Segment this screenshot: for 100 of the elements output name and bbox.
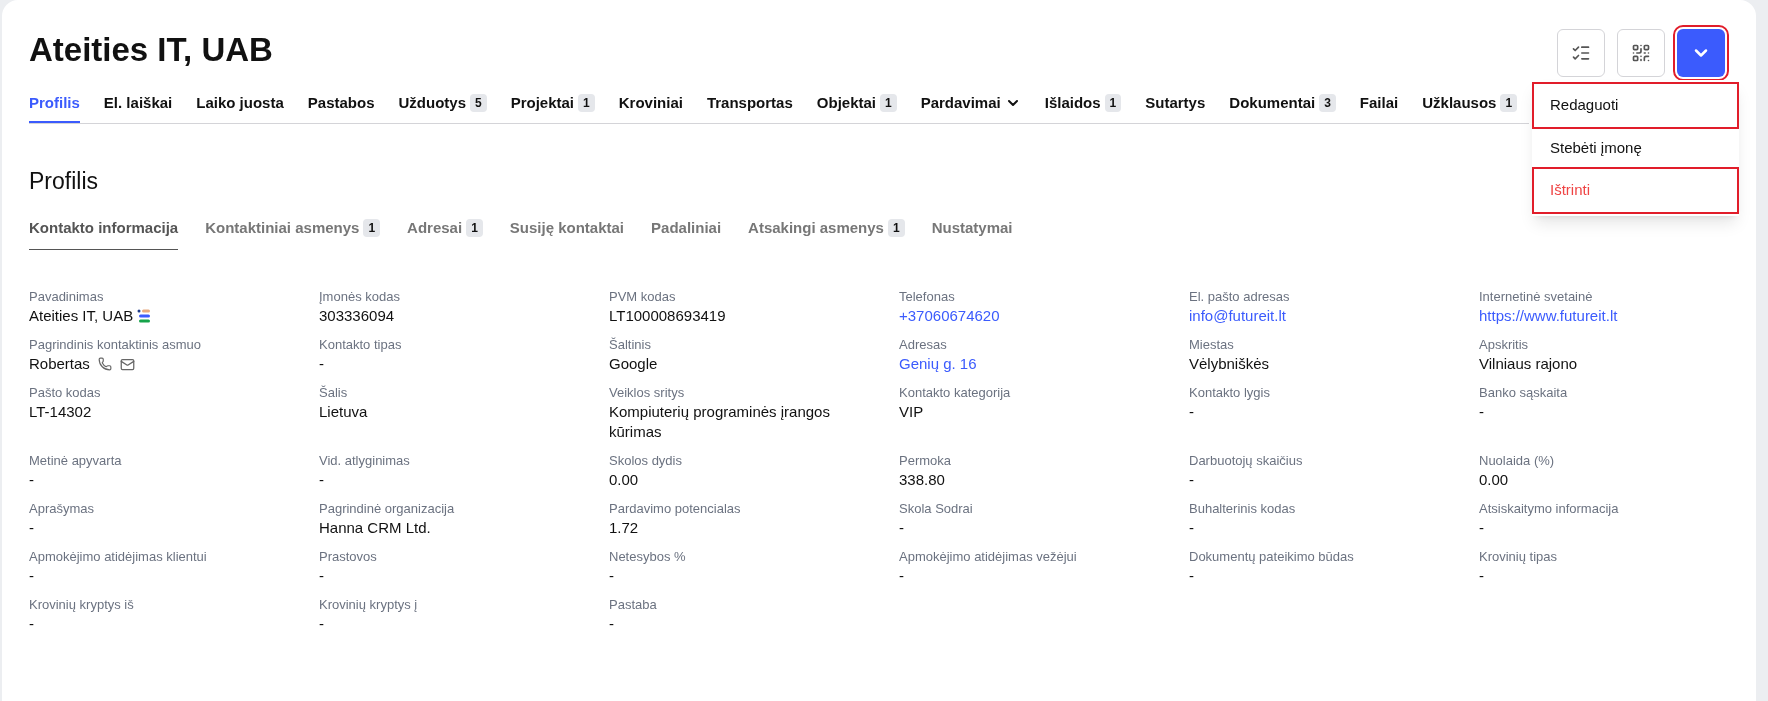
- field-value: -: [609, 566, 615, 586]
- field-value: -: [899, 566, 905, 586]
- field-label: Krovinių kryptys iš: [29, 596, 135, 614]
- field-value: Kompiuterių programinės įrangos kūrimas: [609, 402, 831, 442]
- field-label: Pastaba: [609, 596, 658, 614]
- field-value: Ateities IT, UAB: [29, 306, 134, 326]
- nav-tab[interactable]: Transportas: [706, 92, 793, 123]
- field-label: Internetinė svetainė: [1479, 288, 1594, 306]
- field-label: Dokumentų pateikimo būdas: [1189, 548, 1355, 566]
- count-badge: 1: [578, 94, 595, 113]
- field-value: Vėlybniškės: [1189, 354, 1271, 374]
- field-label: Prastovos: [319, 548, 378, 566]
- section-tab[interactable]: Susiję kontaktai: [509, 216, 625, 250]
- field-label: Telefonas: [899, 288, 956, 306]
- field-value: -: [29, 566, 35, 586]
- nav-tab[interactable]: Užklausos 1: [1422, 92, 1518, 123]
- nav-tab[interactable]: Sutartys: [1145, 92, 1206, 123]
- field-value: -: [29, 614, 35, 634]
- field-label: Pašto kodas: [29, 384, 102, 402]
- field-value: -: [1189, 402, 1195, 422]
- count-badge: 1: [880, 94, 897, 113]
- field-label: Kontakto tipas: [319, 336, 403, 354]
- section-tab[interactable]: Atsakingi asmenys 1: [748, 216, 905, 250]
- field-label: Banko sąskaita: [1479, 384, 1569, 402]
- field-label: Miestas: [1189, 336, 1235, 354]
- field-value: 1.72: [609, 518, 640, 538]
- field-label: Šalis: [319, 384, 349, 402]
- field-value: -: [899, 518, 905, 538]
- field-label: Pagrindinė organizacija: [319, 500, 456, 518]
- field-value: 0.00: [1479, 470, 1510, 490]
- field-value: -: [1189, 566, 1195, 586]
- field-label: Veiklos sritys: [609, 384, 686, 402]
- field-value: Google: [609, 354, 659, 374]
- field-value: -: [319, 470, 325, 490]
- field-value: -: [1479, 402, 1485, 422]
- section-tab[interactable]: Kontakto informacija: [29, 216, 179, 250]
- field-link[interactable]: https://www.futureit.lt: [1479, 306, 1739, 326]
- field-link[interactable]: info@futureit.lt: [1189, 306, 1449, 326]
- field-value: Lietuva: [319, 402, 369, 422]
- nav-tab[interactable]: Laiko juosta: [196, 92, 284, 123]
- section-tab[interactable]: Kontaktiniai asmenys 1: [205, 216, 381, 250]
- menu-item[interactable]: Redaguoti: [1532, 82, 1739, 129]
- count-badge: 1: [887, 218, 905, 237]
- qr-code-icon: [1631, 43, 1651, 63]
- nav-tab[interactable]: El. laiškai: [103, 92, 173, 123]
- field-label: Įmonės kodas: [319, 288, 401, 306]
- field-value: -: [319, 354, 325, 374]
- nav-tab[interactable]: Objektai 1: [816, 92, 897, 123]
- section-tab[interactable]: Padaliniai: [651, 216, 722, 250]
- nav-tab[interactable]: Kroviniai: [618, 92, 683, 123]
- field-label: Krovinių tipas: [1479, 548, 1559, 566]
- field-label: Nuolaida (%): [1479, 452, 1556, 470]
- nav-tab[interactable]: Pastabos: [307, 92, 375, 123]
- field-label: Pardavimo potencialas: [609, 500, 742, 518]
- field-label: Metinė apyvarta: [29, 452, 123, 470]
- nav-tab[interactable]: Dokumentai 3: [1229, 92, 1336, 123]
- count-badge: 1: [363, 218, 381, 237]
- section-title: Profilis: [29, 166, 98, 196]
- field-label: Permoka: [899, 452, 953, 470]
- field-label: Netesybos %: [609, 548, 687, 566]
- count-badge: 1: [466, 218, 483, 237]
- checklist-icon: [1571, 43, 1591, 63]
- menu-item[interactable]: Ištrinti: [1532, 167, 1739, 214]
- menu-item[interactable]: Stebėti įmonę: [1532, 128, 1739, 167]
- nav-tab[interactable]: Užduotys 5: [398, 92, 487, 123]
- count-badge: 1: [1500, 94, 1518, 113]
- nav-tab[interactable]: Projektai 1: [510, 92, 595, 123]
- nav-tab[interactable]: Pardavimai: [920, 92, 1021, 123]
- section-tab[interactable]: Nustatymai: [931, 216, 1013, 250]
- phone-icon[interactable]: [97, 357, 112, 371]
- count-badge: 5: [470, 94, 487, 113]
- field-label: Krovinių kryptys į: [319, 596, 419, 614]
- field-value: LT-14302: [29, 402, 93, 422]
- field-label: Skola Sodrai: [899, 500, 974, 518]
- section-tab[interactable]: Adresai 1: [407, 216, 483, 250]
- field-value: 303336094: [319, 306, 396, 326]
- field-value: 0.00: [609, 470, 640, 490]
- field-label: Pavadinimas: [29, 288, 105, 306]
- checklist-button[interactable]: [1557, 29, 1605, 77]
- field-label: Darbuotojų skaičius: [1189, 452, 1304, 470]
- mail-icon[interactable]: [119, 356, 135, 372]
- field-label: Adresas: [899, 336, 948, 354]
- field-value: -: [1189, 470, 1195, 490]
- field-label: Apmokėjimo atidėjimas vežėjui: [899, 548, 1078, 566]
- nav-tab[interactable]: Profilis: [29, 92, 80, 123]
- field-value: Hanna CRM Ltd.: [319, 518, 432, 538]
- qr-code-button[interactable]: [1617, 29, 1665, 77]
- field-label: Skolos dydis: [609, 452, 683, 470]
- field-label: El. pašto adresas: [1189, 288, 1291, 306]
- field-value: -: [609, 614, 615, 634]
- nav-tab[interactable]: Išlaidos 1: [1044, 92, 1122, 123]
- field-label: Šaltinis: [609, 336, 652, 354]
- field-value: -: [319, 614, 325, 634]
- field-label: Kontakto lygis: [1189, 384, 1271, 402]
- field-label: Vid. atlyginimas: [319, 452, 411, 470]
- field-value: -: [1479, 566, 1485, 586]
- field-link[interactable]: Genių g. 16: [899, 354, 1159, 374]
- field-link[interactable]: +37060674620: [899, 306, 1159, 326]
- nav-tab[interactable]: Failai: [1359, 92, 1399, 123]
- field-label: Apmokėjimo atidėjimas klientui: [29, 548, 208, 566]
